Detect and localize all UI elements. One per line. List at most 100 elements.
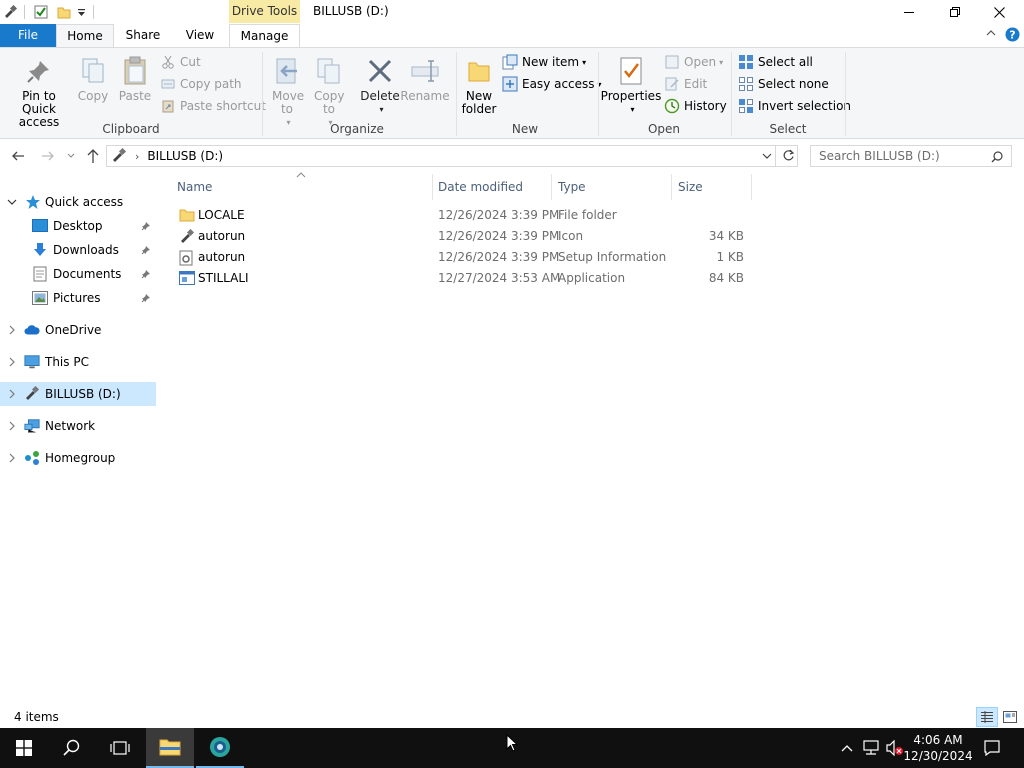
setup-information-icon xyxy=(179,250,193,266)
collapsed-chevron-icon[interactable] xyxy=(7,453,17,463)
file-row[interactable]: LOCALE 12/26/2024 3:39 PM File folder xyxy=(172,205,752,226)
new-folder-button[interactable]: New folder xyxy=(460,52,498,116)
select-all-button[interactable]: Select all xyxy=(738,52,813,72)
new-item-button[interactable]: New item ▾ xyxy=(502,52,586,72)
paste-shortcut-button[interactable]: Paste shortcut xyxy=(160,96,266,116)
column-header-name[interactable]: Name xyxy=(171,174,433,200)
properties-button[interactable]: Properties ▾ xyxy=(601,52,661,116)
browser-taskbar-icon[interactable] xyxy=(196,728,244,768)
back-arrow-icon[interactable] xyxy=(11,149,25,163)
pin-icon xyxy=(26,52,52,90)
column-header-size[interactable]: Size xyxy=(672,174,752,200)
address-dropdown-chevron-icon[interactable] xyxy=(762,152,772,160)
sidebar-item-billusb[interactable]: BILLUSB (D:) xyxy=(0,382,156,406)
file-row[interactable]: autorun 12/26/2024 3:39 PM Icon 34 KB xyxy=(172,226,752,247)
copy-button[interactable]: Copy xyxy=(76,52,110,103)
copy-to-button[interactable]: Copy to ▾ xyxy=(312,52,346,129)
file-row[interactable]: STILLALI 12/27/2024 3:53 AM Application … xyxy=(172,268,752,289)
sidebar-item-homegroup[interactable]: Homegroup xyxy=(0,446,156,470)
collapsed-chevron-icon[interactable] xyxy=(7,421,17,431)
sidebar-item-pictures[interactable]: Pictures xyxy=(0,286,156,310)
file-size: 34 KB xyxy=(708,229,744,243)
network-tray-icon[interactable] xyxy=(860,728,882,768)
select-none-label: Select none xyxy=(758,77,829,91)
properties-qat-icon[interactable] xyxy=(32,3,50,21)
pin-icon[interactable] xyxy=(141,293,151,303)
search-icon[interactable] xyxy=(48,728,96,768)
pin-icon[interactable] xyxy=(141,245,151,255)
address-bar[interactable]: › BILLUSB (D:) xyxy=(106,145,798,167)
pin-icon[interactable] xyxy=(141,221,151,231)
select-none-icon xyxy=(738,76,754,92)
file-date: 12/26/2024 3:39 PM xyxy=(438,250,560,264)
help-icon[interactable]: ? xyxy=(1005,27,1020,42)
sidebar-item-network[interactable]: Network xyxy=(0,414,156,438)
search-icon[interactable] xyxy=(991,151,1003,163)
delete-button[interactable]: Delete ▾ xyxy=(360,52,400,116)
expanded-chevron-icon[interactable] xyxy=(7,197,17,207)
tab-view[interactable]: View xyxy=(172,24,228,47)
invert-selection-button[interactable]: Invert selection xyxy=(738,96,851,116)
large-icons-view-icon[interactable] xyxy=(1000,708,1020,726)
sidebar-label: Desktop xyxy=(53,219,103,233)
easy-access-button[interactable]: Easy access ▾ xyxy=(502,74,602,94)
file-size: 1 KB xyxy=(716,250,744,264)
sidebar-item-downloads[interactable]: Downloads xyxy=(0,238,156,262)
open-button[interactable]: Open ▾ xyxy=(664,52,723,72)
tab-manage[interactable]: Manage xyxy=(229,24,300,47)
sidebar-item-desktop[interactable]: Desktop xyxy=(0,214,156,238)
action-center-icon[interactable] xyxy=(978,728,1006,768)
search-input[interactable]: Search BILLUSB (D:) xyxy=(810,145,1012,167)
file-type: Icon xyxy=(558,229,584,243)
select-none-button[interactable]: Select none xyxy=(738,74,829,94)
customize-qat-icon[interactable] xyxy=(75,3,87,21)
close-button[interactable] xyxy=(976,0,1022,24)
svg-text:?: ? xyxy=(1009,29,1015,42)
column-header-type[interactable]: Type xyxy=(552,174,672,200)
collapsed-chevron-icon[interactable] xyxy=(7,357,17,367)
sidebar-item-documents[interactable]: Documents xyxy=(0,262,156,286)
forward-arrow-icon[interactable] xyxy=(41,149,55,163)
edit-button[interactable]: Edit xyxy=(664,74,707,94)
refresh-icon[interactable] xyxy=(782,149,795,162)
minimize-button[interactable] xyxy=(886,0,932,24)
download-arrow-icon xyxy=(32,242,48,258)
task-view-icon[interactable] xyxy=(96,728,144,768)
copy-path-icon xyxy=(160,76,176,92)
sidebar-item-onedrive[interactable]: OneDrive xyxy=(0,318,156,342)
pin-icon[interactable] xyxy=(141,269,151,279)
file-type: Application xyxy=(558,271,626,285)
address-path[interactable]: BILLUSB (D:) xyxy=(147,149,223,163)
chevron-up-icon[interactable] xyxy=(986,28,996,38)
sidebar-item-this-pc[interactable]: This PC xyxy=(0,350,156,374)
column-header-date-modified[interactable]: Date modified xyxy=(432,174,552,200)
tab-share[interactable]: Share xyxy=(114,24,172,47)
file-size xyxy=(678,205,744,226)
details-view-icon[interactable] xyxy=(976,707,998,727)
sidebar-item-quick-access[interactable]: Quick access xyxy=(0,190,156,214)
pin-to-quick-access-button[interactable]: Pin to Quick access xyxy=(6,52,72,129)
history-button[interactable]: History xyxy=(664,96,727,116)
rename-button[interactable]: Rename xyxy=(400,52,450,103)
restore-button[interactable] xyxy=(932,0,978,24)
status-bar: 4 items xyxy=(0,706,1024,728)
file-name: autorun xyxy=(198,229,246,243)
file-explorer-taskbar-icon[interactable] xyxy=(146,728,194,768)
new-folder-qat-icon[interactable] xyxy=(55,3,73,21)
paste-button[interactable]: Paste xyxy=(116,52,154,103)
collapsed-chevron-icon[interactable] xyxy=(7,325,17,335)
clock-date: 12/30/2024 xyxy=(903,749,973,763)
paste-label: Paste xyxy=(118,89,152,103)
windows-start-icon[interactable] xyxy=(0,728,48,768)
show-hidden-icons-chevron-icon[interactable] xyxy=(836,728,858,768)
tab-file[interactable]: File xyxy=(0,24,56,47)
file-row[interactable]: autorun 12/26/2024 3:39 PM Setup Informa… xyxy=(172,247,752,268)
tab-home[interactable]: Home xyxy=(56,24,114,48)
clock[interactable]: 4:06 AM 12/30/2024 xyxy=(903,728,972,768)
up-arrow-icon[interactable] xyxy=(86,148,100,164)
cut-button[interactable]: Cut xyxy=(160,52,201,72)
collapsed-chevron-icon[interactable] xyxy=(7,389,17,399)
copy-path-button[interactable]: Copy path xyxy=(160,74,242,94)
move-to-button[interactable]: Move to ▾ xyxy=(270,52,304,129)
recent-locations-chevron-icon[interactable] xyxy=(67,152,75,160)
